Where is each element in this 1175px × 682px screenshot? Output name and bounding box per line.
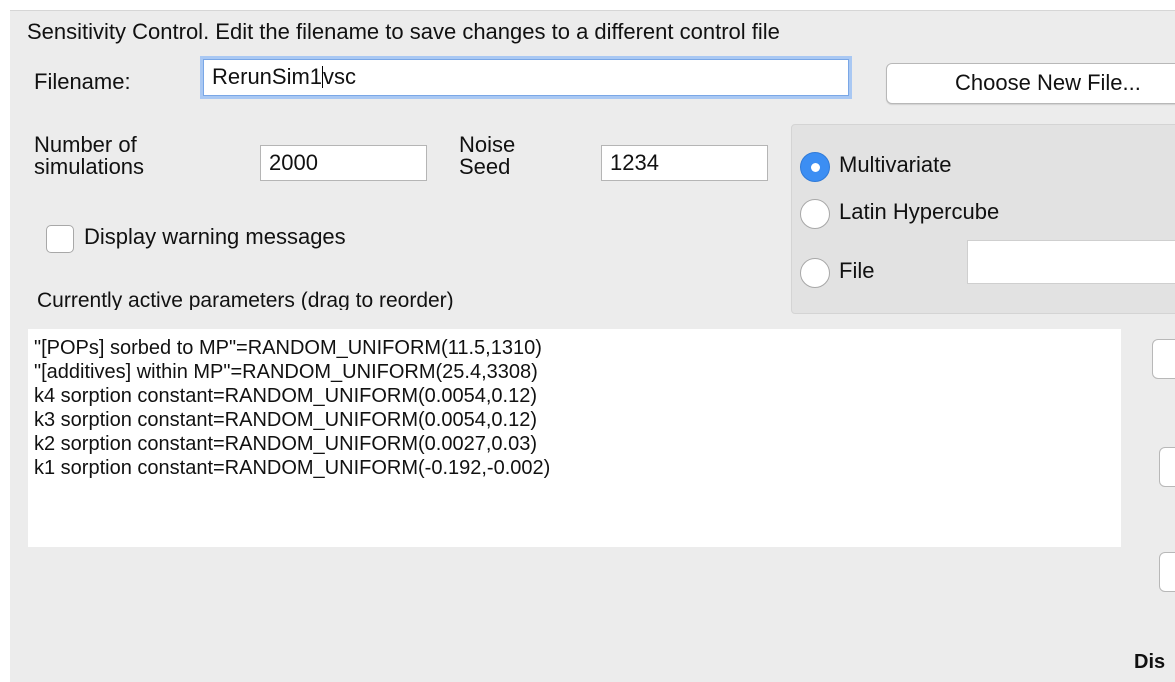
list-item[interactable]: k3 sorption constant=RANDOM_UNIFORM(0.00… — [28, 408, 1121, 432]
warnings-label[interactable]: Display warning messages — [84, 224, 346, 250]
side-button-3[interactable] — [1159, 552, 1175, 592]
radio-selected-dot — [811, 163, 820, 172]
simulations-label: Number of simulations — [34, 134, 234, 176]
side-button-1[interactable] — [1152, 339, 1175, 379]
filename-text-after-caret: vsc — [323, 64, 357, 89]
radio-file[interactable] — [800, 258, 830, 288]
method-file-input[interactable] — [967, 240, 1175, 284]
list-item[interactable]: k2 sorption constant=RANDOM_UNIFORM(0.00… — [28, 432, 1121, 456]
dialog-title: Sensitivity Control. Edit the filename t… — [27, 19, 780, 44]
list-item[interactable]: "[POPs] sorbed to MP"=RANDOM_UNIFORM(11.… — [28, 336, 1121, 360]
list-item[interactable]: "[additives] within MP"=RANDOM_UNIFORM(2… — [28, 360, 1121, 384]
radio-latin-hypercube-label[interactable]: Latin Hypercube — [839, 199, 999, 225]
list-item[interactable]: k1 sorption constant=RANDOM_UNIFORM(-0.1… — [28, 456, 1121, 480]
method-group: Multivariate Latin Hypercube File — [791, 124, 1175, 314]
radio-file-label[interactable]: File — [839, 258, 874, 284]
noise-seed-input[interactable]: 1234 — [601, 145, 768, 181]
simulations-input[interactable]: 2000 — [260, 145, 427, 181]
noise-seed-label-line2: Seed — [459, 154, 511, 179]
warnings-checkbox[interactable] — [46, 225, 74, 253]
simulations-label-line1: Number of — [34, 134, 137, 157]
filename-label: Filename: — [34, 69, 131, 94]
parameters-heading: Currently active parameters (drag to reo… — [37, 290, 454, 310]
noise-seed-label-line1: Noise — [459, 134, 516, 157]
filename-input[interactable]: RerunSim1vsc — [203, 59, 849, 96]
radio-multivariate-label[interactable]: Multivariate — [839, 152, 951, 178]
display-label-partial: Dis — [1134, 651, 1166, 673]
list-item[interactable]: k4 sorption constant=RANDOM_UNIFORM(0.00… — [28, 384, 1121, 408]
radio-latin-hypercube[interactable] — [800, 199, 830, 229]
filename-text-before-caret: RerunSim1 — [212, 64, 323, 89]
choose-new-file-button[interactable]: Choose New File... — [886, 63, 1175, 104]
simulations-label-line2: simulations — [34, 154, 145, 177]
noise-seed-label: Noise Seed — [459, 134, 579, 182]
sensitivity-control-dialog: Sensitivity Control. Edit the filename t… — [10, 10, 1175, 682]
radio-multivariate[interactable] — [800, 152, 830, 182]
parameters-list[interactable]: "[POPs] sorbed to MP"=RANDOM_UNIFORM(11.… — [28, 329, 1121, 547]
side-button-2[interactable] — [1159, 447, 1175, 487]
